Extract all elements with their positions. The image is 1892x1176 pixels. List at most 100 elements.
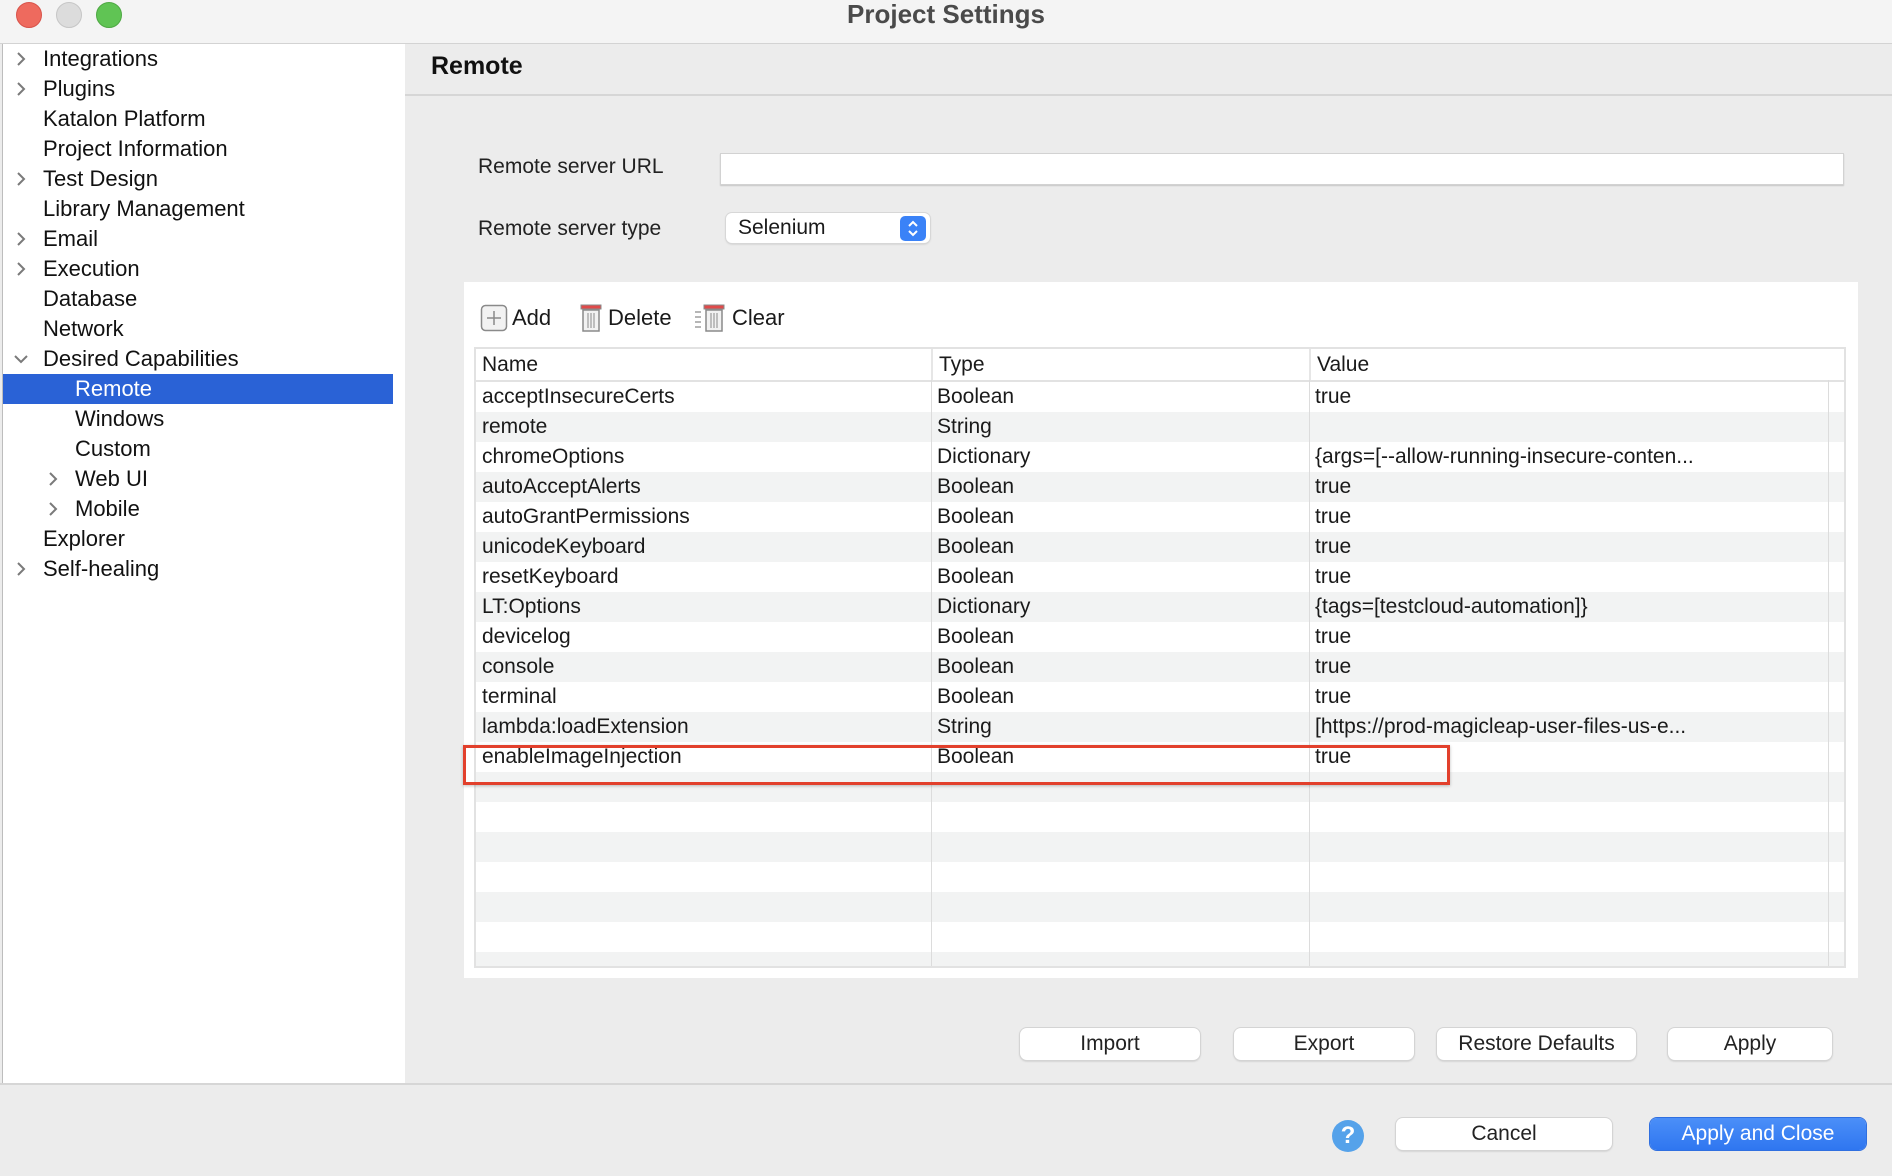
sidebar-item-desired-capabilities[interactable]: Desired Capabilities	[3, 344, 393, 374]
remote-server-url-input[interactable]	[720, 153, 1844, 185]
sidebar-item-project-information[interactable]: Project Information	[3, 134, 393, 164]
table-row[interactable]: devicelog Boolean true	[476, 622, 1844, 652]
sidebar-item-label: Network	[43, 316, 124, 341]
sidebar-item-label: Mobile	[75, 496, 140, 521]
sidebar-item-mobile[interactable]: Mobile	[3, 494, 393, 524]
cell-name[interactable]: autoGrantPermissions	[476, 502, 931, 532]
sidebar-item-katalon-platform[interactable]: Katalon Platform	[3, 104, 393, 134]
table-row[interactable]: acceptInsecureCerts Boolean true	[476, 382, 1844, 412]
sidebar-item-windows[interactable]: Windows	[3, 404, 393, 434]
export-button[interactable]: Export	[1234, 1028, 1414, 1060]
sidebar-item-email[interactable]: Email	[3, 224, 393, 254]
column-header-name[interactable]: Name	[476, 349, 933, 380]
chevron-right-icon[interactable]	[45, 494, 59, 524]
sidebar-item-web-ui[interactable]: Web UI	[3, 464, 393, 494]
column-divider	[931, 380, 932, 966]
import-button[interactable]: Import	[1020, 1028, 1200, 1060]
table-row[interactable]: remote String	[476, 412, 1844, 442]
cell-name[interactable]: unicodeKeyboard	[476, 532, 931, 562]
apply-button[interactable]: Apply	[1668, 1028, 1832, 1060]
cell-value[interactable]: true	[1309, 622, 1828, 652]
cell-name[interactable]: remote	[476, 412, 931, 442]
table-header: Name Type Value	[476, 349, 1844, 382]
chevron-right-icon[interactable]	[45, 464, 59, 494]
cell-name[interactable]: lambda:loadExtension	[476, 712, 931, 742]
cell-name[interactable]: terminal	[476, 682, 931, 712]
table-row[interactable]: LT:Options Dictionary {tags=[testcloud-aut…	[476, 592, 1844, 622]
sidebar-item-library-management[interactable]: Library Management	[3, 194, 393, 224]
table-row[interactable]: console Boolean true	[476, 652, 1844, 682]
sidebar-item-execution[interactable]: Execution	[3, 254, 393, 284]
delete-button[interactable]: Delete	[578, 302, 672, 334]
cell-value[interactable]: true	[1309, 472, 1828, 502]
cell-value[interactable]: true	[1309, 682, 1828, 712]
cell-type[interactable]: String	[931, 712, 1309, 742]
help-button[interactable]: ?	[1332, 1120, 1364, 1152]
remote-server-url-label: Remote server URL	[478, 155, 664, 178]
sidebar-item-explorer[interactable]: Explorer	[3, 524, 393, 554]
table-row[interactable]: autoGrantPermissions Boolean true	[476, 502, 1844, 532]
cell-value[interactable]: true	[1309, 652, 1828, 682]
cell-name[interactable]: resetKeyboard	[476, 562, 931, 592]
chevron-right-icon[interactable]	[13, 254, 27, 284]
sidebar-item-self-healing[interactable]: Self-healing	[3, 554, 393, 584]
add-icon	[480, 304, 508, 332]
cell-type[interactable]: Boolean	[931, 472, 1309, 502]
cell-type[interactable]: Boolean	[931, 382, 1309, 412]
table-row[interactable]: chromeOptions Dictionary {args=[--allow-ru…	[476, 442, 1844, 472]
cell-type[interactable]: Boolean	[931, 562, 1309, 592]
cell-type[interactable]: Boolean	[931, 652, 1309, 682]
cell-value[interactable]: [https://prod-magicleap-user-files-us-e.…	[1309, 712, 1828, 742]
chevron-right-icon[interactable]	[13, 224, 27, 254]
cell-name[interactable]: chromeOptions	[476, 442, 931, 472]
remote-server-type-label: Remote server type	[478, 217, 662, 240]
sidebar-item-custom[interactable]: Custom	[3, 434, 393, 464]
cell-name[interactable]: LT:Options	[476, 592, 931, 622]
chevron-right-icon[interactable]	[13, 44, 27, 74]
sidebar-item-integrations[interactable]: Integrations	[3, 44, 393, 74]
sidebar-item-remote[interactable]: Remote	[3, 374, 393, 404]
cell-type[interactable]: Dictionary	[931, 592, 1309, 622]
clear-button[interactable]: Clear	[694, 302, 785, 334]
chevron-right-icon[interactable]	[13, 164, 27, 194]
cancel-button[interactable]: Cancel	[1396, 1118, 1612, 1150]
cell-value[interactable]: true	[1309, 382, 1828, 412]
cell-value[interactable]: {args=[--allow-running-insecure-conten..…	[1309, 442, 1828, 472]
apply-and-close-button[interactable]: Apply and Close	[1650, 1118, 1866, 1150]
sidebar-item-database[interactable]: Database	[3, 284, 393, 314]
cell-type[interactable]: Boolean	[931, 682, 1309, 712]
cell-type[interactable]: String	[931, 412, 1309, 442]
cell-value[interactable]: true	[1309, 532, 1828, 562]
trash-icon	[580, 304, 602, 332]
table-row[interactable]: autoAcceptAlerts Boolean true	[476, 472, 1844, 502]
cell-type[interactable]: Dictionary	[931, 442, 1309, 472]
cell-value[interactable]: true	[1309, 562, 1828, 592]
column-header-type[interactable]: Type	[931, 349, 1309, 380]
cell-name[interactable]: autoAcceptAlerts	[476, 472, 931, 502]
cell-name[interactable]: acceptInsecureCerts	[476, 382, 931, 412]
table-row[interactable]: resetKeyboard Boolean true	[476, 562, 1844, 592]
chevron-down-icon[interactable]	[13, 344, 28, 374]
sidebar-item-network[interactable]: Network	[3, 314, 393, 344]
table-row[interactable]: terminal Boolean true	[476, 682, 1844, 712]
cell-name[interactable]: console	[476, 652, 931, 682]
remote-server-type-select[interactable]: Selenium	[726, 213, 930, 243]
settings-tree: Integrations Plugins Katalon Platform Proje…	[2, 44, 405, 1084]
restore-defaults-button[interactable]: Restore Defaults	[1437, 1028, 1636, 1060]
sidebar-item-label: Self-healing	[43, 556, 160, 581]
chevron-right-icon[interactable]	[13, 554, 27, 584]
table-row[interactable]: unicodeKeyboard Boolean true	[476, 532, 1844, 562]
add-button[interactable]: Add	[480, 302, 551, 334]
cell-type[interactable]: Boolean	[931, 622, 1309, 652]
cell-value[interactable]: {tags=[testcloud-automation]}	[1309, 592, 1828, 622]
cell-value[interactable]: true	[1309, 502, 1828, 532]
chevron-right-icon[interactable]	[13, 74, 27, 104]
cell-name[interactable]: devicelog	[476, 622, 931, 652]
cell-value[interactable]	[1309, 412, 1828, 442]
sidebar-item-plugins[interactable]: Plugins	[3, 74, 393, 104]
table-row[interactable]: lambda:loadExtension String [https://prod-…	[476, 712, 1844, 742]
cell-type[interactable]: Boolean	[931, 502, 1309, 532]
cell-type[interactable]: Boolean	[931, 532, 1309, 562]
sidebar-item-test-design[interactable]: Test Design	[3, 164, 393, 194]
column-header-value[interactable]: Value	[1309, 349, 1839, 380]
